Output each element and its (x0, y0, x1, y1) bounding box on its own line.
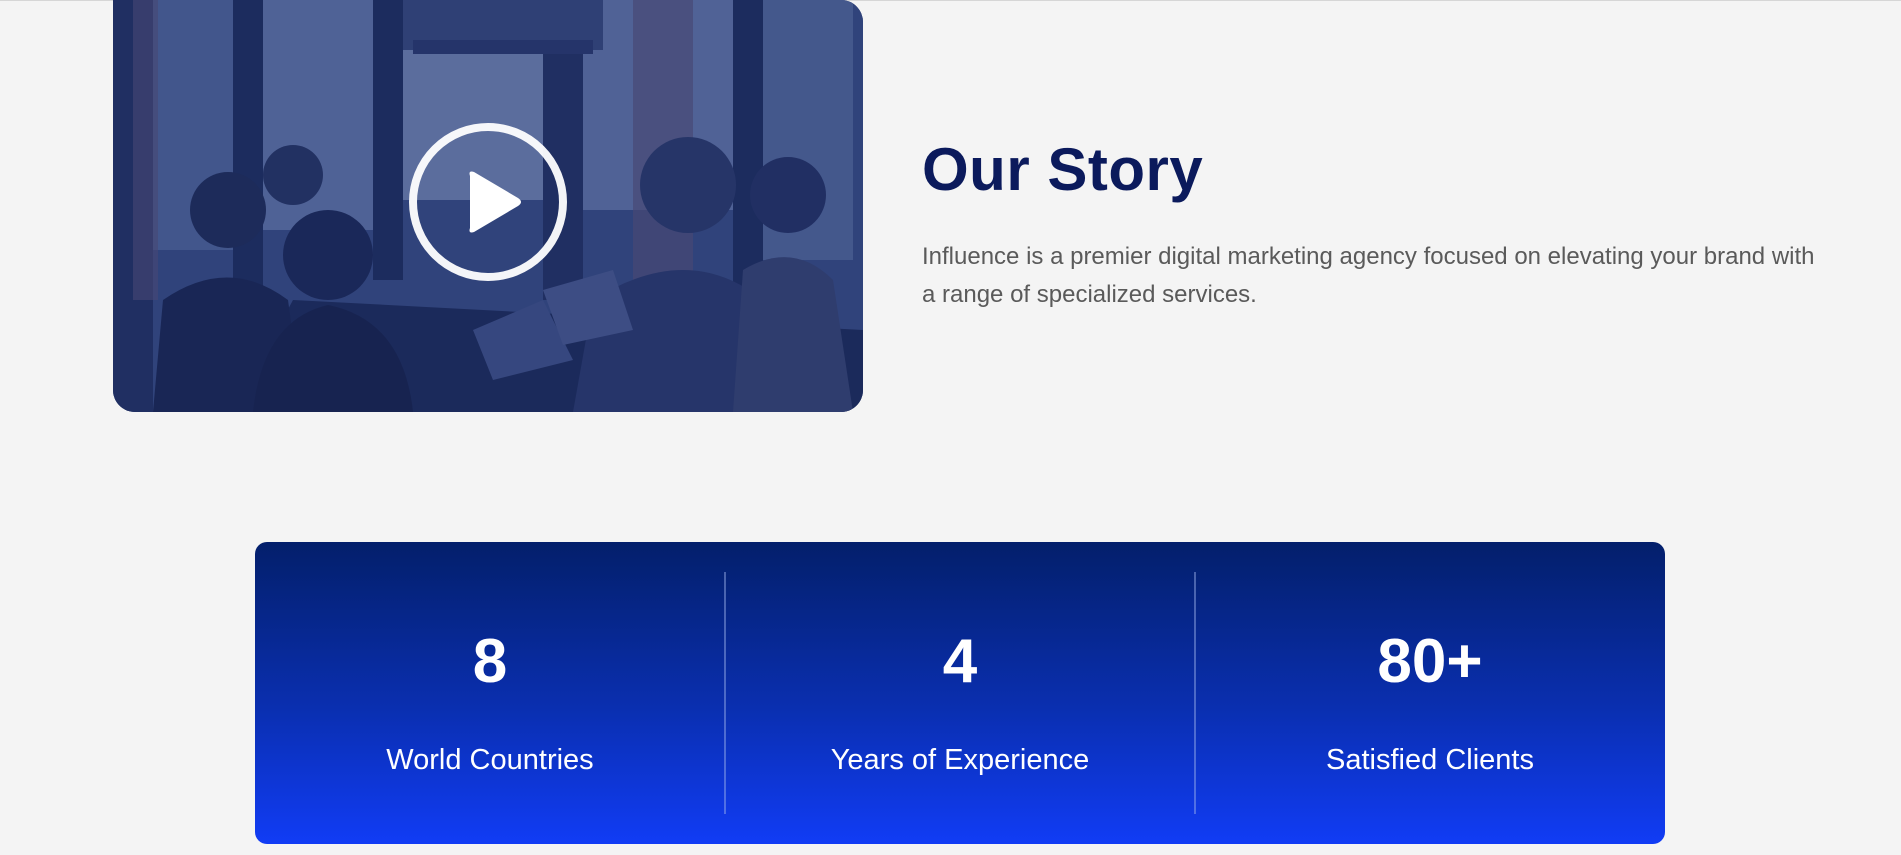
stats-panel: 8 World Countries 4 Years of Experience … (255, 542, 1665, 844)
stat-item-experience: 4 Years of Experience (724, 542, 1195, 844)
stat-item-clients: 80+ Satisfied Clients (1194, 542, 1665, 844)
story-content: Our Story Influence is a premier digital… (922, 128, 1822, 314)
stat-value: 8 (472, 627, 508, 696)
stat-item-countries: 8 World Countries (255, 542, 725, 844)
story-title: Our Story (922, 136, 1204, 203)
play-icon (409, 123, 567, 281)
stat-label: Satisfied Clients (1326, 744, 1534, 776)
stat-label: Years of Experience (830, 744, 1090, 776)
stat-value: 80+ (1377, 627, 1483, 696)
story-video-thumbnail[interactable] (113, 0, 863, 412)
stat-label: World Countries (386, 744, 594, 776)
stat-value: 4 (942, 627, 978, 696)
play-button[interactable] (408, 122, 568, 282)
story-description: Influence is a premier digital marketing… (922, 243, 1815, 308)
